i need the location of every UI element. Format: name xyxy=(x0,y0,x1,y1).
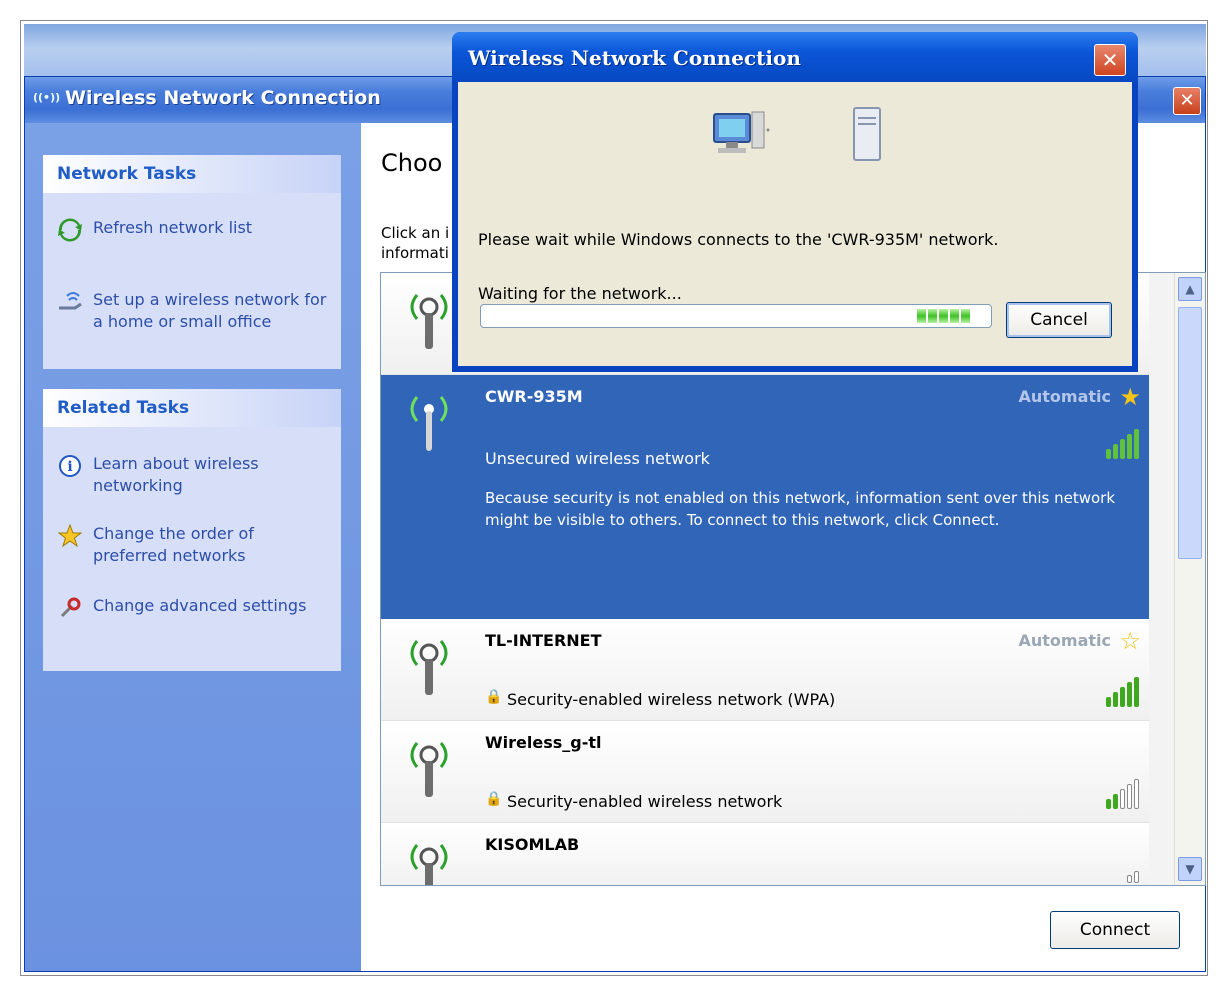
network-connection-mode: Automatic xyxy=(1018,387,1112,406)
network-item-wireless-g-tl[interactable]: Wireless_g-tl 🔒 Security-enabled wireles… xyxy=(381,721,1149,823)
star-icon xyxy=(57,523,83,549)
network-security: Unsecured wireless network xyxy=(485,449,710,468)
wireless-title-icon: ((•)) xyxy=(33,91,61,104)
task-label: Set up a wireless network for a home or … xyxy=(93,290,327,331)
network-security: 🔒 Security-enabled wireless network xyxy=(485,791,782,811)
network-name: CWR-935M xyxy=(485,387,583,406)
network-item-cwr-935m[interactable]: CWR-935M Automatic ★ Unsecured wireless … xyxy=(381,375,1149,619)
network-item-kisomlab[interactable]: KISOMLAB xyxy=(381,823,1149,885)
wireless-antenna-icon xyxy=(410,742,448,797)
network-list-scrollbar[interactable]: ▲ ▼ xyxy=(1174,273,1205,885)
preferred-star-icon: ☆ xyxy=(1119,627,1141,655)
network-connection-mode: Automatic xyxy=(1018,631,1112,650)
scroll-down-button[interactable]: ▼ xyxy=(1178,857,1202,881)
svg-text:i: i xyxy=(67,459,72,475)
main-close-button[interactable]: ✕ xyxy=(1173,87,1201,115)
related-tasks-title: Related Tasks xyxy=(43,389,341,427)
wireless-antenna-icon xyxy=(410,844,448,885)
network-security: 🔒 Security-enabled wireless network (WPA… xyxy=(485,689,835,709)
signal-strength-icon xyxy=(1106,677,1139,707)
task-setup-wireless[interactable]: Set up a wireless network for a home or … xyxy=(57,289,333,333)
signal-strength-icon xyxy=(1106,779,1139,809)
dialog-titlebar[interactable]: Wireless Network Connection ✕ xyxy=(452,32,1138,82)
task-label: Refresh network list xyxy=(93,218,253,237)
main-window-title: Wireless Network Connection xyxy=(65,87,381,109)
preferred-star-icon: ★ xyxy=(1119,383,1141,411)
dialog-body: Please wait while Windows connects to th… xyxy=(458,82,1132,366)
left-task-pane: Network Tasks Refresh network list Set u… xyxy=(25,123,361,971)
dialog-message: Please wait while Windows connects to th… xyxy=(478,230,999,249)
task-change-order[interactable]: Change the order of preferred networks xyxy=(57,523,333,567)
task-refresh-network-list[interactable]: Refresh network list xyxy=(57,217,333,243)
network-security-text: Security-enabled wireless network xyxy=(507,791,783,811)
task-label: Change advanced settings xyxy=(93,596,307,615)
task-label: Learn about wireless networking xyxy=(93,454,259,495)
dialog-close-button[interactable]: ✕ xyxy=(1094,44,1126,76)
scroll-thumb[interactable] xyxy=(1178,307,1202,559)
network-name: KISOMLAB xyxy=(485,835,580,854)
wireless-antenna-icon xyxy=(410,294,448,349)
network-item-tl-internet[interactable]: TL-INTERNET Automatic ☆ 🔒 Security-enabl… xyxy=(381,619,1149,721)
task-label: Change the order of preferred networks xyxy=(93,524,254,565)
network-name: TL-INTERNET xyxy=(485,631,602,650)
signal-strength-icon xyxy=(1106,429,1139,459)
lock-icon: 🔒 xyxy=(485,791,503,807)
settings-icon xyxy=(57,595,83,621)
computer-icon xyxy=(713,111,770,153)
network-name: Wireless_g-tl xyxy=(485,733,602,752)
wireless-antenna-icon xyxy=(410,640,448,695)
connection-progress-bar xyxy=(480,304,992,328)
cancel-button[interactable]: Cancel xyxy=(1006,302,1112,338)
network-security-text: Security-enabled wireless network (WPA) xyxy=(507,689,836,709)
scroll-up-button[interactable]: ▲ xyxy=(1178,277,1202,301)
network-description: Because security is not enabled on this … xyxy=(485,489,1116,529)
choose-network-heading: Choo xyxy=(381,149,443,177)
signal-strength-icon xyxy=(1127,871,1139,883)
wireless-antenna-icon xyxy=(410,396,448,451)
task-learn-wireless[interactable]: i Learn about wireless networking xyxy=(57,453,333,497)
connecting-dialog: Wireless Network Connection ✕ Please wai… xyxy=(452,32,1138,372)
network-server-icon xyxy=(853,107,881,161)
task-advanced-settings[interactable]: Change advanced settings xyxy=(57,595,333,621)
dialog-status: Waiting for the network... xyxy=(478,284,682,303)
setup-wireless-icon xyxy=(57,289,83,315)
info-icon: i xyxy=(57,453,83,479)
related-tasks-panel: Related Tasks i Learn about wireless net… xyxy=(43,389,341,671)
dialog-title: Wireless Network Connection xyxy=(468,46,801,70)
network-tasks-title: Network Tasks xyxy=(43,155,341,193)
connect-button[interactable]: Connect xyxy=(1050,911,1180,949)
lock-icon: 🔒 xyxy=(485,689,503,705)
refresh-icon xyxy=(57,217,83,243)
progress-marquee xyxy=(917,309,970,323)
network-tasks-panel: Network Tasks Refresh network list Set u… xyxy=(43,155,341,369)
network-security-text: Unsecured wireless network xyxy=(485,449,710,468)
